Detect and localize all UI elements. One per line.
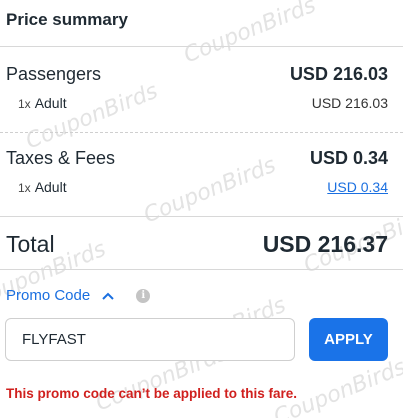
- passengers-adult-qty: 1x: [18, 97, 31, 111]
- passengers-adult-text: Adult: [34, 95, 67, 111]
- apply-button[interactable]: APPLY: [309, 318, 388, 361]
- total-amount: USD 216.37: [262, 231, 388, 257]
- passengers-label: Passengers: [6, 64, 102, 84]
- promo-code-toggle[interactable]: Promo Code i: [6, 287, 151, 304]
- taxes-adult-amount-link[interactable]: USD 0.34: [327, 179, 388, 195]
- divider: [0, 269, 403, 270]
- info-icon[interactable]: i: [136, 288, 151, 303]
- watermark: CouponBirds: [22, 78, 162, 155]
- divider: [0, 132, 403, 133]
- passengers-amount: USD 216.03: [289, 64, 388, 84]
- taxes-adult-text: Adult: [34, 179, 67, 195]
- divider: [0, 216, 403, 217]
- total-row: Total USD 216.37: [6, 231, 388, 258]
- promo-error-message: This promo code can’t be applied to this…: [6, 386, 298, 401]
- promo-code-label[interactable]: Promo Code: [6, 287, 90, 304]
- price-summary-title: Price summary: [6, 10, 128, 29]
- watermark: CouponBirds: [180, 0, 320, 69]
- passengers-adult-row: 1x Adult USD 216.03: [18, 95, 388, 111]
- chevron-up-icon[interactable]: [102, 288, 114, 303]
- promo-code-input[interactable]: [5, 318, 295, 361]
- taxes-adult-row: 1x Adult USD 0.34: [18, 179, 388, 195]
- passengers-adult-amount: USD 216.03: [311, 95, 388, 111]
- taxes-row: Taxes & Fees USD 0.34: [6, 148, 388, 169]
- total-label: Total: [6, 231, 55, 257]
- price-summary-panel: CouponBirds CouponBirds CouponBirds Coup…: [0, 0, 403, 418]
- taxes-amount: USD 0.34: [309, 148, 388, 168]
- taxes-label: Taxes & Fees: [6, 148, 116, 168]
- taxes-adult-label: 1x Adult: [18, 179, 67, 195]
- passengers-row: Passengers USD 216.03: [6, 64, 388, 85]
- divider: [0, 46, 403, 47]
- passengers-adult-label: 1x Adult: [18, 95, 67, 111]
- taxes-adult-qty: 1x: [18, 181, 31, 195]
